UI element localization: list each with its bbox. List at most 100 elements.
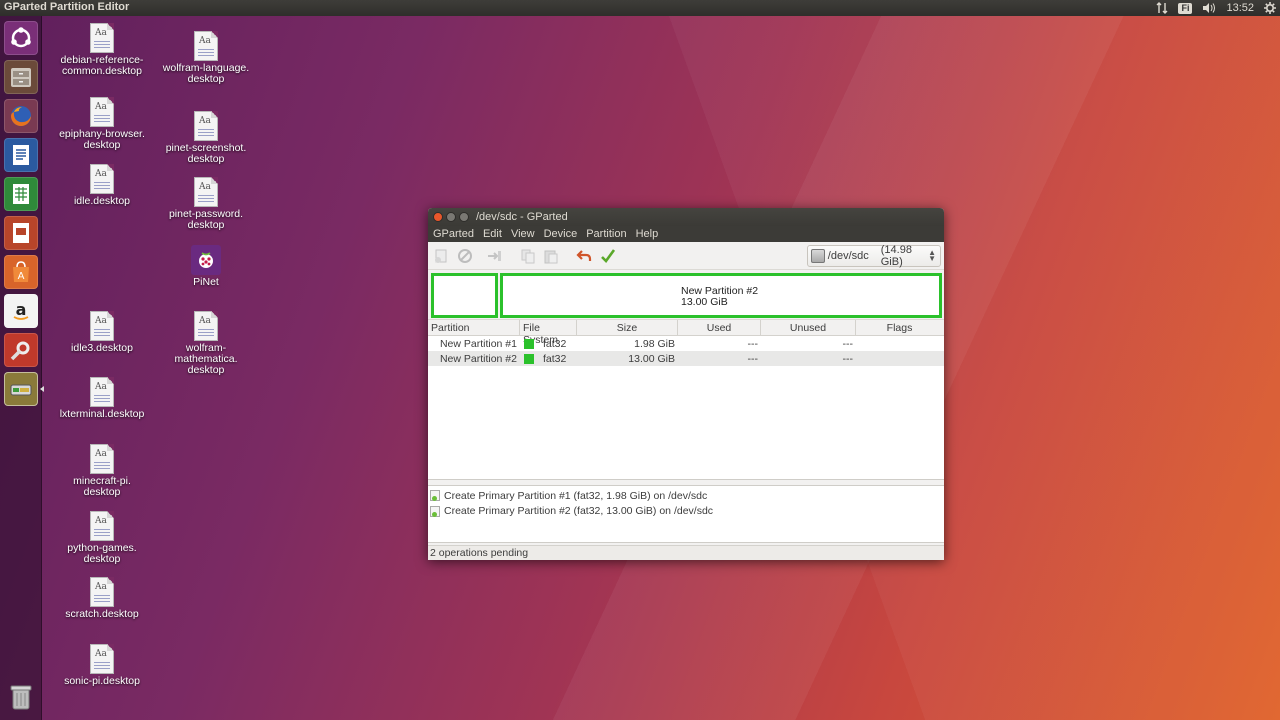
cell-partition: New Partition #2 (439, 352, 517, 365)
clock[interactable]: 13:52 (1226, 0, 1254, 16)
desktop-icon-minecraft-pi[interactable]: Aa minecraft-pi. desktop (47, 444, 157, 498)
text-file-icon: Aa (194, 31, 218, 61)
cell-size: 13.00 GiB (628, 352, 675, 365)
text-file-icon: Aa (90, 644, 114, 674)
desktop-icon-scratch[interactable]: Aa scratch.desktop (47, 577, 157, 620)
fs-color-swatch (524, 353, 534, 364)
new-partition-icon[interactable] (432, 247, 450, 265)
create-partition-icon (430, 490, 440, 502)
desktop-icon-wolfram-mathematica[interactable]: Aa wolfram- mathematica. desktop (151, 311, 261, 376)
desktop-icon-label: wolfram-language. desktop (162, 62, 250, 85)
active-app-title: GParted Partition Editor (4, 1, 130, 13)
text-file-icon: Aa (90, 311, 114, 341)
cell-used: --- (747, 337, 759, 350)
cell-unused: --- (842, 337, 854, 350)
cell-unused: --- (842, 352, 854, 365)
active-indicator (40, 386, 44, 392)
desktop-icon-label: epiphany-browser. desktop (59, 128, 145, 151)
gparted-window: /dev/sdc - GParted GParted Edit View Dev… (428, 208, 944, 560)
column-header-unused[interactable]: Unused (761, 320, 856, 335)
firefox-icon[interactable] (4, 99, 38, 133)
list-item[interactable]: Create Primary Partition #1 (fat32, 1.98… (428, 488, 944, 504)
desktop-icon-label: python-games. desktop (67, 542, 137, 565)
libreoffice-writer-icon[interactable] (4, 138, 38, 172)
amazon-icon[interactable]: a (4, 294, 38, 328)
table-row[interactable]: New Partition #2 fat32 13.00 GiB --- --- (428, 351, 944, 366)
pending-operations-list: Create Primary Partition #1 (fat32, 1.98… (428, 485, 944, 543)
menu-partition[interactable]: Partition (585, 226, 632, 242)
text-file-icon: Aa (90, 511, 114, 541)
desktop-icon-lxterminal[interactable]: Aa lxterminal.desktop (47, 377, 157, 420)
desktop-icon-label: pinet-password. desktop (168, 208, 244, 231)
close-button[interactable] (433, 212, 443, 222)
partition-map-block-1[interactable] (431, 273, 498, 318)
device-selector[interactable]: /dev/sdc (14.98 GiB) ▲ ▼ (807, 244, 941, 268)
column-header-size[interactable]: Size (577, 320, 678, 335)
menu-gparted[interactable]: GParted (432, 226, 480, 242)
menu-edit[interactable]: Edit (482, 226, 508, 242)
list-item[interactable]: Create Primary Partition #2 (fat32, 13.0… (428, 504, 944, 520)
table-row[interactable]: New Partition #1 fat32 1.98 GiB --- --- (428, 336, 944, 351)
desktop-icon-label: idle.desktop (73, 195, 131, 207)
gear-icon[interactable] (1264, 0, 1276, 16)
desktop-icon-epiphany-browser[interactable]: Aa epiphany-browser. desktop (47, 97, 157, 151)
desktop-icon-label: PiNet (193, 276, 219, 288)
status-bar: 2 operations pending (428, 545, 944, 560)
gparted-icon[interactable] (4, 372, 38, 406)
copy-icon[interactable] (519, 247, 537, 265)
indicator-area: Fi 13:52 (1156, 0, 1276, 16)
file-cabinet-icon[interactable] (4, 60, 38, 94)
text-file-icon: Aa (90, 377, 114, 407)
device-name: /dev/sdc (827, 250, 869, 262)
desktop-icon-sonic-pi[interactable]: Aa sonic-pi.desktop (47, 644, 157, 687)
apply-checkmark-icon[interactable] (599, 247, 617, 265)
column-header-used[interactable]: Used (678, 320, 761, 335)
cell-used: --- (747, 352, 759, 365)
window-titlebar[interactable]: /dev/sdc - GParted (428, 208, 944, 226)
desktop-icon-wolfram-language[interactable]: Aa wolfram-language. desktop (151, 31, 261, 85)
column-header-partition[interactable]: Partition (428, 320, 520, 335)
operation-text: Create Primary Partition #1 (fat32, 1.98… (444, 489, 708, 502)
table-header: Partition File System Size Used Unused F… (428, 320, 944, 346)
partition-table: Partition File System Size Used Unused F… (428, 320, 944, 480)
volume-icon[interactable] (1202, 0, 1216, 16)
trash-icon[interactable] (4, 680, 38, 714)
desktop-icon-pinet[interactable]: PiNet (151, 245, 261, 288)
column-header-flags[interactable]: Flags (856, 320, 943, 335)
desktop-icon-debian-reference[interactable]: Aa debian-reference- common.desktop (47, 23, 157, 77)
menu-device[interactable]: Device (543, 226, 584, 242)
keyboard-layout-icon[interactable]: Fi (1178, 0, 1193, 16)
software-center-icon[interactable]: A (4, 255, 38, 289)
undo-icon[interactable] (575, 247, 593, 265)
desktop-icon-idle3[interactable]: Aa idle3.desktop (47, 311, 157, 354)
keyboard-layout-label: Fi (1178, 2, 1193, 14)
text-file-icon: Aa (90, 164, 114, 194)
network-updown-icon[interactable] (1156, 0, 1168, 16)
libreoffice-calc-icon[interactable] (4, 177, 38, 211)
desktop-icon-python-games[interactable]: Aa python-games. desktop (47, 511, 157, 565)
text-file-icon: Aa (194, 111, 218, 141)
paste-icon[interactable] (542, 247, 560, 265)
delete-partition-icon[interactable] (456, 247, 474, 265)
cell-filesystem: fat32 (520, 353, 577, 365)
maximize-button[interactable] (459, 212, 469, 222)
libreoffice-impress-icon[interactable] (4, 216, 38, 250)
menu-view[interactable]: View (510, 226, 541, 242)
partition-map-block-2[interactable]: New Partition #2 13.00 GiB (500, 273, 942, 318)
desktop-icon-idle[interactable]: Aa idle.desktop (47, 164, 157, 207)
menu-help[interactable]: Help (635, 226, 665, 242)
desktop-icon-label: sonic-pi.desktop (64, 675, 140, 687)
column-header-filesystem[interactable]: File System (520, 320, 577, 346)
partition-map-size: 13.00 GiB (681, 296, 728, 308)
ubuntu-logo-icon[interactable] (4, 21, 38, 55)
desktop-icon-pinet-screenshot[interactable]: Aa pinet-screenshot. desktop (151, 111, 261, 165)
svg-text:a: a (16, 300, 27, 319)
desktop-icon-label: pinet-screenshot. desktop (165, 142, 247, 165)
minimize-button[interactable] (446, 212, 456, 222)
desktop-icon-pinet-password[interactable]: Aa pinet-password. desktop (151, 177, 261, 231)
menubar: GParted Edit View Device Partition Help (428, 226, 944, 242)
desktop-icon-label: idle3.desktop (71, 342, 133, 354)
cell-partition: New Partition #1 (439, 337, 517, 350)
settings-tools-icon[interactable] (4, 333, 38, 367)
resize-move-icon[interactable] (486, 247, 504, 265)
